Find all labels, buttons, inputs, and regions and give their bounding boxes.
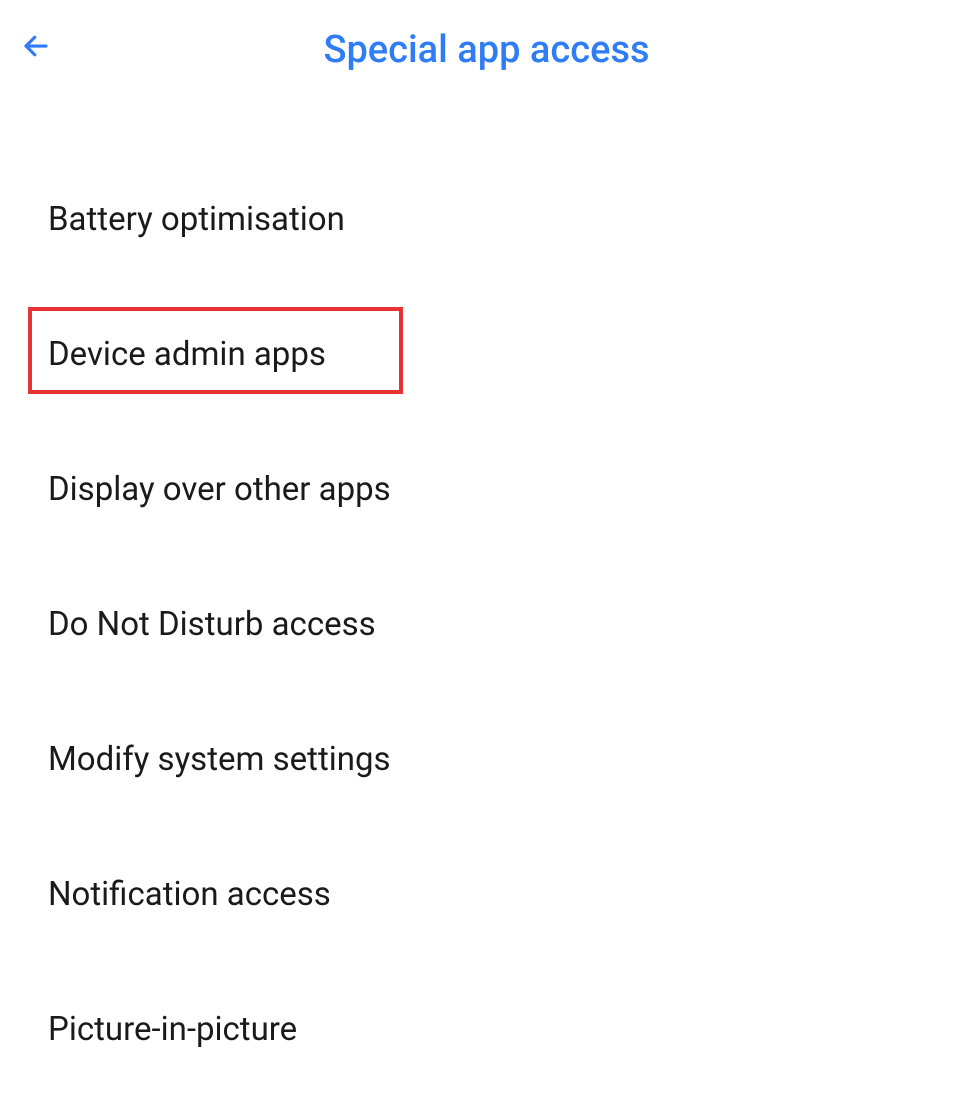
list-item-battery-optimisation[interactable]: Battery optimisation [0, 152, 973, 287]
list-item-label: Display over other apps [48, 470, 391, 509]
list-item-label: Do Not Disturb access [48, 605, 376, 644]
list-item-notification-access[interactable]: Notification access [0, 827, 973, 962]
list-item-label: Battery optimisation [48, 200, 345, 239]
header: Special app access [0, 0, 973, 92]
arrow-left-icon [21, 31, 51, 65]
list-item-display-over-other-apps[interactable]: Display over other apps [0, 422, 973, 557]
list-item-label: Notification access [48, 875, 331, 914]
list-item-label: Picture-in-picture [48, 1010, 297, 1049]
list-item-label: Modify system settings [48, 740, 391, 779]
list-item-picture-in-picture[interactable]: Picture-in-picture [0, 962, 973, 1097]
page-title: Special app access [20, 28, 953, 72]
list-item-device-admin-apps[interactable]: Device admin apps [0, 287, 973, 422]
list-item-label: Device admin apps [48, 335, 326, 374]
list-item-do-not-disturb-access[interactable]: Do Not Disturb access [0, 557, 973, 692]
settings-list: Battery optimisation Device admin apps D… [0, 92, 973, 1097]
back-button[interactable] [20, 32, 52, 64]
list-item-modify-system-settings[interactable]: Modify system settings [0, 692, 973, 827]
